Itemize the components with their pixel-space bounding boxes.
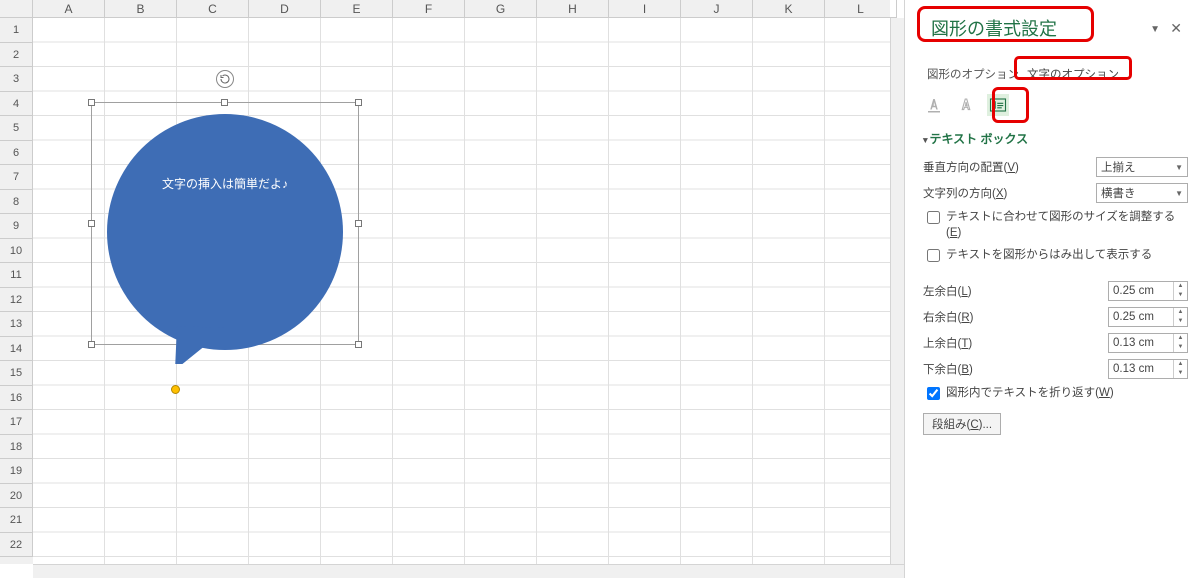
top-margin-spinner[interactable]: 0.13 cm▲▼ xyxy=(1108,333,1188,353)
resize-handle-br[interactable] xyxy=(355,341,362,348)
bottom-margin-label: 下余白(B) xyxy=(923,361,1102,377)
close-pane-button[interactable]: ✕ xyxy=(1170,20,1182,37)
col-header[interactable]: D xyxy=(249,0,321,18)
row-header[interactable]: 4 xyxy=(0,92,33,117)
text-direction-label: 文字列の方向(X) xyxy=(923,185,1090,201)
columns-button[interactable]: 段組み(C)... xyxy=(923,413,1001,435)
row-header[interactable]: 14 xyxy=(0,337,33,362)
row-header[interactable]: 9 xyxy=(0,214,33,239)
tab-text-options[interactable]: 文字のオプション xyxy=(1023,62,1123,86)
left-margin-spinner[interactable]: 0.25 cm▲▼ xyxy=(1108,281,1188,301)
rotate-handle[interactable] xyxy=(216,70,234,88)
adjust-handle[interactable] xyxy=(171,385,180,394)
col-header[interactable]: H xyxy=(537,0,609,18)
col-header[interactable]: E xyxy=(321,0,393,18)
text-direction-dropdown[interactable]: 横書き▼ xyxy=(1096,183,1188,203)
resize-handle-mr[interactable] xyxy=(355,220,362,227)
select-all-corner[interactable] xyxy=(0,0,33,18)
spreadsheet-area: ABCDEFGHIJKL 123456789101112131415161718… xyxy=(0,0,905,578)
row-header[interactable]: 22 xyxy=(0,533,33,558)
horizontal-scrollbar[interactable] xyxy=(33,564,904,578)
bottom-margin-spinner[interactable]: 0.13 cm▲▼ xyxy=(1108,359,1188,379)
row-header[interactable]: 5 xyxy=(0,116,33,141)
option-tabs: 図形のオプション 文字のオプション xyxy=(923,62,1188,86)
row-header[interactable]: 16 xyxy=(0,386,33,411)
row-header[interactable]: 8 xyxy=(0,190,33,215)
overflow-checkbox[interactable]: テキストを図形からはみ出して表示する xyxy=(927,247,1188,263)
col-header[interactable]: G xyxy=(465,0,537,18)
row-header[interactable]: 21 xyxy=(0,508,33,533)
pane-title: 図形の書式設定 xyxy=(923,10,1065,46)
col-header[interactable]: I xyxy=(609,0,681,18)
tab-shape-options[interactable]: 図形のオプション xyxy=(923,62,1023,86)
row-header[interactable]: 2 xyxy=(0,43,33,68)
resize-handle-bl[interactable] xyxy=(88,341,95,348)
wrap-checkbox[interactable]: 図形内でテキストを折り返す(W) xyxy=(927,385,1188,401)
col-header[interactable]: L xyxy=(825,0,897,18)
left-margin-label: 左余白(L) xyxy=(923,283,1102,299)
callout-shape[interactable]: 文字の挿入は簡単だよ♪ xyxy=(91,85,359,345)
row-header[interactable]: 19 xyxy=(0,459,33,484)
resize-handle-tl[interactable] xyxy=(88,99,95,106)
text-fill-outline-icon[interactable] xyxy=(923,94,945,116)
vertical-align-dropdown[interactable]: 上揃え▼ xyxy=(1096,157,1188,177)
column-headers: ABCDEFGHIJKL xyxy=(33,0,890,18)
row-header[interactable]: 13 xyxy=(0,312,33,337)
col-header[interactable]: J xyxy=(681,0,753,18)
textbox-icon[interactable] xyxy=(987,94,1009,116)
vertical-align-label: 垂直方向の配置(V) xyxy=(923,159,1090,175)
col-header[interactable]: F xyxy=(393,0,465,18)
right-margin-spinner[interactable]: 0.25 cm▲▼ xyxy=(1108,307,1188,327)
col-header[interactable]: B xyxy=(105,0,177,18)
row-header[interactable]: 15 xyxy=(0,361,33,386)
col-header[interactable]: C xyxy=(177,0,249,18)
col-header[interactable]: A xyxy=(33,0,105,18)
pane-menu-caret[interactable]: ▼ xyxy=(1150,24,1160,35)
vertical-scrollbar[interactable] xyxy=(890,18,904,564)
text-option-category-icons xyxy=(923,94,1188,116)
row-headers: 12345678910111213141516171819202122 xyxy=(0,18,33,564)
resize-handle-tm[interactable] xyxy=(221,99,228,106)
row-header[interactable]: 12 xyxy=(0,288,33,313)
top-margin-label: 上余白(T) xyxy=(923,335,1102,351)
speech-balloon[interactable]: 文字の挿入は簡単だよ♪ xyxy=(97,108,353,364)
row-header[interactable]: 11 xyxy=(0,263,33,288)
row-header[interactable]: 10 xyxy=(0,239,33,264)
row-header[interactable]: 7 xyxy=(0,165,33,190)
row-header[interactable]: 18 xyxy=(0,435,33,460)
row-header[interactable]: 1 xyxy=(0,18,33,43)
resize-handle-tr[interactable] xyxy=(355,99,362,106)
right-margin-label: 右余白(R) xyxy=(923,309,1102,325)
row-header[interactable]: 20 xyxy=(0,484,33,509)
format-shape-pane: 図形の書式設定 ▼ ✕ 図形のオプション 文字のオプション テキスト ボックス … xyxy=(905,0,1200,578)
row-header[interactable]: 3 xyxy=(0,67,33,92)
row-header[interactable]: 6 xyxy=(0,141,33,166)
section-textbox[interactable]: テキスト ボックス xyxy=(923,130,1188,147)
text-effects-icon[interactable] xyxy=(955,94,977,116)
shape-text[interactable]: 文字の挿入は簡単だよ♪ xyxy=(162,175,288,192)
resize-handle-ml[interactable] xyxy=(88,220,95,227)
col-header[interactable]: K xyxy=(753,0,825,18)
autofit-checkbox[interactable]: テキストに合わせて図形のサイズを調整する(E) xyxy=(927,209,1188,241)
row-header[interactable]: 17 xyxy=(0,410,33,435)
